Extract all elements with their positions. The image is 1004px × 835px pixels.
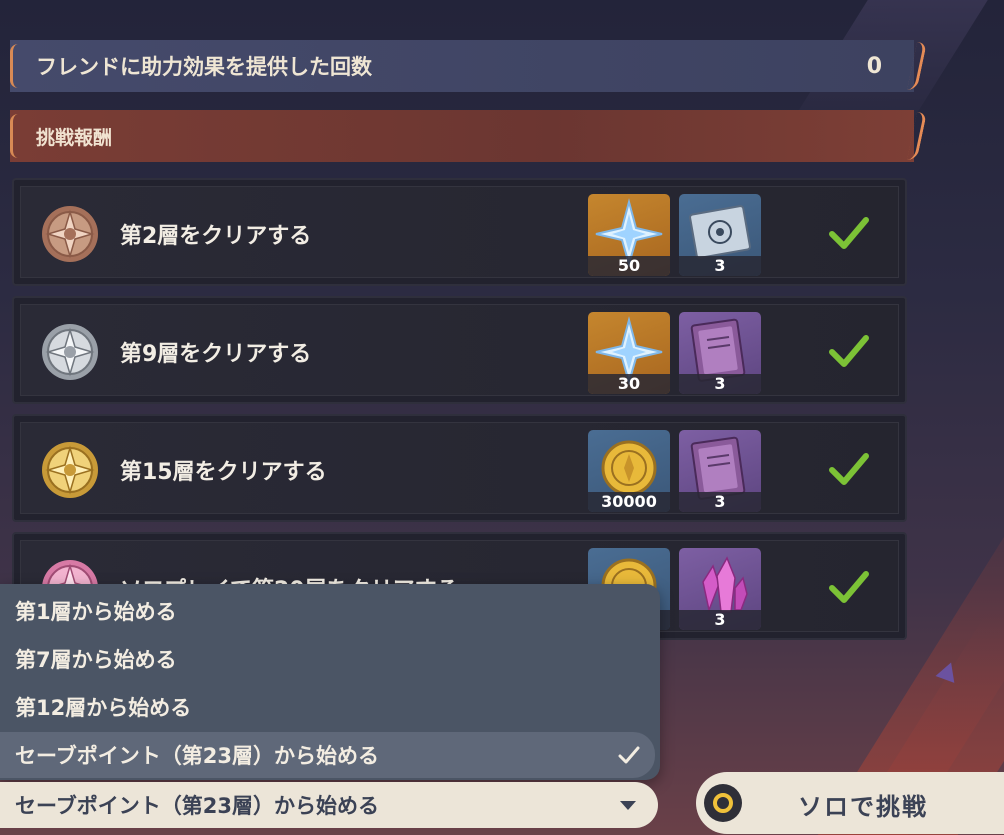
banner-edge	[10, 114, 18, 158]
reward-item[interactable]: 50	[588, 194, 670, 276]
banner-edge	[10, 44, 18, 88]
completed-check-icon	[829, 217, 869, 249]
completed-check-icon	[829, 335, 869, 367]
friend-support-count: 0	[866, 53, 882, 79]
banner-edge	[906, 112, 928, 160]
reward-row: 第15層をクリアする 30000 3	[12, 414, 907, 522]
start-floor-dropdown-list: 第1層から始める 第7層から始める 第12層から始める セーブポイント（第23層…	[0, 584, 660, 780]
completed-check-icon	[829, 453, 869, 485]
decorative-triangle	[935, 659, 961, 683]
reward-item[interactable]: 3	[679, 312, 761, 394]
dropdown-option[interactable]: 第1層から始める	[0, 588, 660, 634]
silver-medal-icon	[42, 324, 98, 380]
dropdown-option-selected[interactable]: セーブポイント（第23層）から始める	[0, 732, 655, 778]
dropdown-option-label: 第1層から始める	[15, 600, 177, 624]
solo-challenge-label: ソロで挑戦	[798, 793, 928, 821]
reward-count: 3	[679, 256, 761, 276]
reward-item[interactable]: 3	[679, 548, 761, 630]
start-floor-select[interactable]: セーブポイント（第23層）から始める	[0, 782, 658, 828]
dropdown-option[interactable]: 第12層から始める	[0, 684, 660, 730]
reward-row: 第2層をクリアする 50 3	[12, 178, 907, 286]
reward-count: 3	[679, 610, 761, 630]
gold-medal-icon	[42, 442, 98, 498]
dropdown-option-label: 第12層から始める	[15, 696, 192, 720]
banner-edge	[906, 42, 928, 90]
challenge-rewards-title: 挑戦報酬	[36, 126, 113, 149]
bronze-medal-icon	[42, 206, 98, 262]
reward-row-label: 第15層をクリアする	[120, 460, 327, 485]
icon-ring	[713, 793, 733, 813]
reward-count: 3	[679, 374, 761, 394]
controller-circle-icon	[704, 784, 742, 822]
dropdown-option-label: セーブポイント（第23層）から始める	[15, 744, 379, 768]
completed-check-icon	[829, 571, 869, 603]
friend-support-banner: フレンドに助力効果を提供した回数 0	[10, 40, 928, 92]
reward-row-label: 第9層をクリアする	[120, 342, 312, 367]
reward-count: 30	[588, 374, 670, 394]
dropdown-option-label: 第7層から始める	[15, 648, 177, 672]
chevron-down-icon	[620, 801, 636, 810]
reward-item[interactable]: 3	[679, 194, 761, 276]
friend-support-label: フレンドに助力効果を提供した回数	[36, 55, 372, 79]
reward-count: 50	[588, 256, 670, 276]
reward-count: 30000	[588, 492, 670, 512]
dropdown-option[interactable]: 第7層から始める	[0, 636, 660, 682]
reward-row-label: 第2層をクリアする	[120, 224, 312, 249]
reward-item[interactable]: 3	[679, 430, 761, 512]
reward-count: 3	[679, 492, 761, 512]
start-floor-select-value: セーブポイント（第23層）から始める	[15, 794, 379, 818]
reward-row: 第9層をクリアする 30 3	[12, 296, 907, 404]
reward-item[interactable]: 30000	[588, 430, 670, 512]
checkmark-icon	[618, 746, 640, 764]
challenge-rewards-header: 挑戦報酬	[10, 110, 928, 162]
solo-challenge-button[interactable]: ソロで挑戦	[696, 772, 1004, 834]
reward-item[interactable]: 30	[588, 312, 670, 394]
